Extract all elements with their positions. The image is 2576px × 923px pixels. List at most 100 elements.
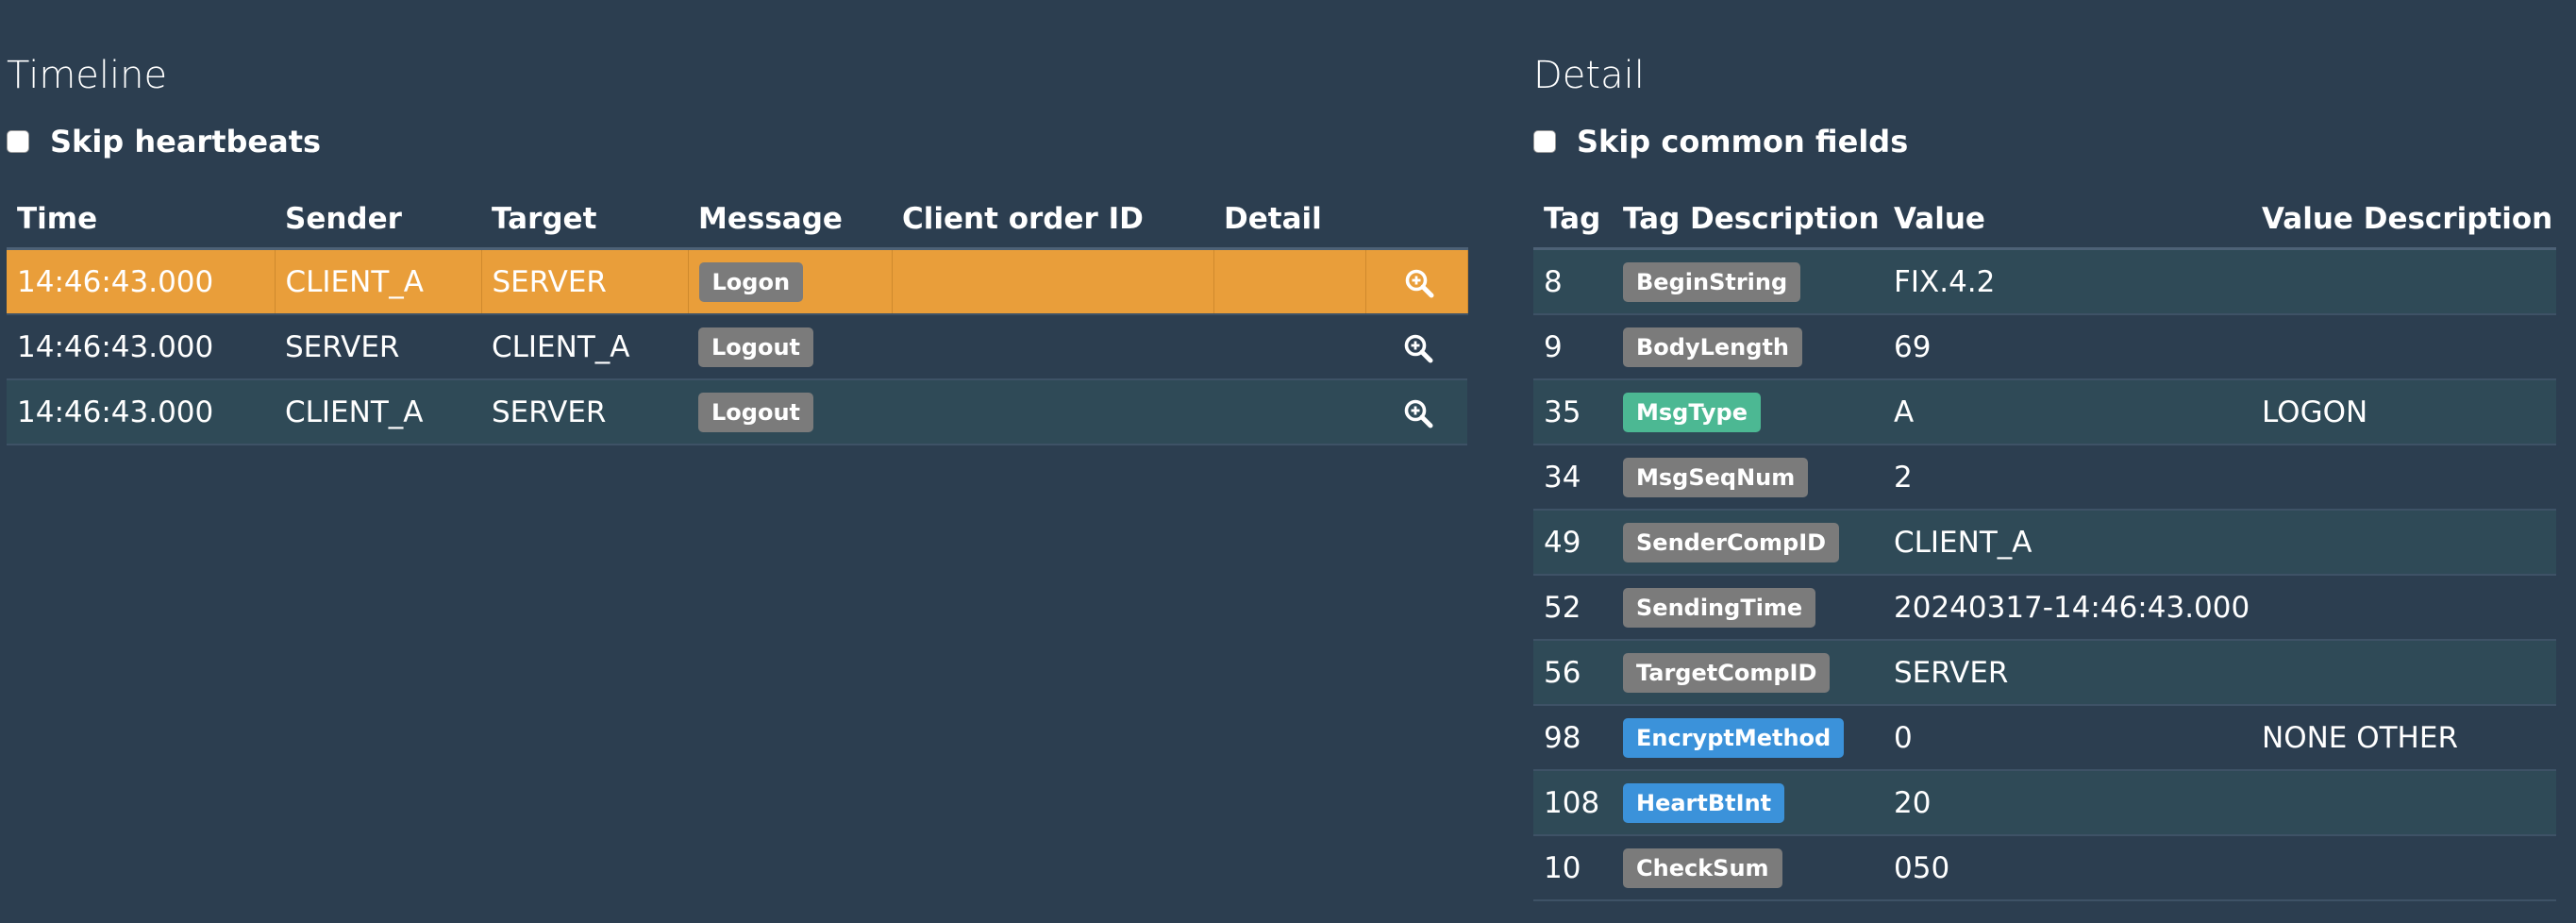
cell-target: CLIENT_A [481, 314, 688, 380]
detail-row: 49 SenderCompID CLIENT_A [1533, 510, 2556, 576]
tag-description-badge: TargetCompID [1623, 652, 1831, 693]
tag-description-badge: HeartBtInt [1623, 782, 1785, 823]
cell-value: 050 [1883, 835, 2251, 901]
cell-value: A [1883, 379, 2251, 445]
cell-value: 0 [1883, 705, 2251, 771]
skip-heartbeats-label: Skip heartbeats [50, 124, 322, 159]
cell-value-description: LOGON [2251, 379, 2556, 445]
cell-tag: 56 [1533, 640, 1613, 706]
message-badge: Logout [698, 392, 814, 432]
cell-tag-description: TargetCompID [1613, 640, 1883, 706]
detail-row: 34 MsgSeqNum 2 [1533, 445, 2556, 511]
cell-value: 69 [1883, 314, 2251, 380]
cell-detail [1213, 248, 1366, 315]
cell-value: CLIENT_A [1883, 510, 2251, 576]
cell-target: SERVER [481, 248, 689, 315]
cell-value-description [2251, 510, 2556, 576]
cell-message: Logon [688, 248, 893, 315]
col-header-sender[interactable]: Sender [275, 191, 481, 250]
tag-description-badge: BodyLength [1623, 327, 1802, 367]
cell-message: Logout [688, 314, 892, 380]
zoom-in-icon[interactable] [1402, 332, 1434, 364]
tag-description-badge: MsgSeqNum [1623, 457, 1809, 497]
tag-description-badge: CheckSum [1623, 847, 1782, 888]
detail-row: 10 CheckSum 050 [1533, 835, 2556, 901]
cell-tag: 10 [1533, 835, 1613, 901]
detail-header-row: Tag Tag Description Value Value Descript… [1533, 191, 2556, 250]
col-header-tag[interactable]: Tag [1533, 191, 1613, 250]
detail-row: 9 BodyLength 69 [1533, 314, 2556, 380]
timeline-row[interactable]: 14:46:43.000 SERVER CLIENT_A Logout [7, 314, 1467, 380]
timeline-row[interactable]: 14:46:43.000 CLIENT_A SERVER Logout [7, 379, 1467, 445]
cell-value-description: NONE OTHER [2251, 705, 2556, 771]
skip-common-fields-label: Skip common fields [1577, 124, 1909, 159]
timeline-title: Timeline [7, 54, 168, 97]
cell-tag-description: CheckSum [1613, 835, 1883, 901]
detail-row: 52 SendingTime 20240317-14:46:43.000 [1533, 575, 2556, 641]
zoom-in-icon[interactable] [1403, 267, 1435, 299]
cell-value: 20240317-14:46:43.000 [1883, 575, 2251, 641]
tag-description-badge: SendingTime [1623, 587, 1816, 628]
cell-tag: 9 [1533, 314, 1613, 380]
detail-row: 35 MsgType A LOGON [1533, 379, 2556, 445]
cell-tag-description: SendingTime [1613, 575, 1883, 641]
tag-description-badge: MsgType [1623, 392, 1761, 432]
cell-action [1365, 248, 1468, 315]
skip-heartbeats-checkbox[interactable] [7, 130, 29, 153]
detail-row: 98 EncryptMethod 0 NONE OTHER [1533, 705, 2556, 771]
cell-sender: CLIENT_A [275, 248, 482, 315]
detail-row: 8 BeginString FIX.4.2 [1533, 248, 2556, 315]
cell-client-order-id [892, 248, 1214, 315]
cell-value: 2 [1883, 445, 2251, 511]
cell-tag: 34 [1533, 445, 1613, 511]
cell-action [1365, 379, 1467, 445]
cell-detail [1213, 379, 1365, 445]
message-badge: Logout [698, 327, 814, 367]
col-header-message[interactable]: Message [688, 191, 892, 250]
cell-tag: 49 [1533, 510, 1613, 576]
cell-sender: SERVER [275, 314, 481, 380]
timeline-row[interactable]: 14:46:43.000 CLIENT_A SERVER Logon [7, 248, 1468, 315]
cell-tag-description: SenderCompID [1613, 510, 1883, 576]
cell-tag-description: BodyLength [1613, 314, 1883, 380]
cell-client-order-id [892, 379, 1213, 445]
cell-tag-description: MsgSeqNum [1613, 445, 1883, 511]
cell-detail [1213, 314, 1365, 380]
col-header-value[interactable]: Value [1883, 191, 2251, 250]
cell-tag: 98 [1533, 705, 1613, 771]
cell-tag-description: EncryptMethod [1613, 705, 1883, 771]
message-badge: Logon [698, 261, 804, 302]
detail-row: 108 HeartBtInt 20 [1533, 770, 2556, 836]
cell-value: 20 [1883, 770, 2251, 836]
cell-time: 14:46:43.000 [7, 248, 276, 315]
cell-value: FIX.4.2 [1883, 248, 2251, 315]
cell-value-description [2251, 314, 2556, 380]
cell-tag-description: HeartBtInt [1613, 770, 1883, 836]
cell-client-order-id [892, 314, 1213, 380]
col-header-detail[interactable]: Detail [1213, 191, 1365, 250]
col-header-value-description[interactable]: Value Description [2251, 191, 2556, 250]
cell-tag: 35 [1533, 379, 1613, 445]
cell-value-description [2251, 640, 2556, 706]
tag-description-badge: SenderCompID [1623, 522, 1840, 562]
zoom-in-icon[interactable] [1402, 397, 1434, 429]
cell-value-description [2251, 770, 2556, 836]
detail-table: Tag Tag Description Value Value Descript… [1533, 191, 2556, 901]
skip-common-fields-toggle[interactable]: Skip common fields [1533, 120, 1908, 163]
detail-title: Detail [1533, 54, 1645, 97]
cell-value-description [2251, 248, 2556, 315]
col-header-tag-description[interactable]: Tag Description [1613, 191, 1883, 250]
col-header-time[interactable]: Time [7, 191, 275, 250]
cell-tag: 52 [1533, 575, 1613, 641]
cell-value-description [2251, 835, 2556, 901]
col-header-target[interactable]: Target [481, 191, 688, 250]
skip-common-fields-checkbox[interactable] [1533, 130, 1556, 153]
skip-heartbeats-toggle[interactable]: Skip heartbeats [7, 120, 321, 163]
tag-description-badge: BeginString [1623, 261, 1801, 302]
cell-tag-description: BeginString [1613, 248, 1883, 315]
col-header-action [1365, 191, 1467, 250]
cell-time: 14:46:43.000 [7, 379, 275, 445]
cell-value-description [2251, 575, 2556, 641]
col-header-client-order-id[interactable]: Client order ID [892, 191, 1213, 250]
cell-value-description [2251, 445, 2556, 511]
